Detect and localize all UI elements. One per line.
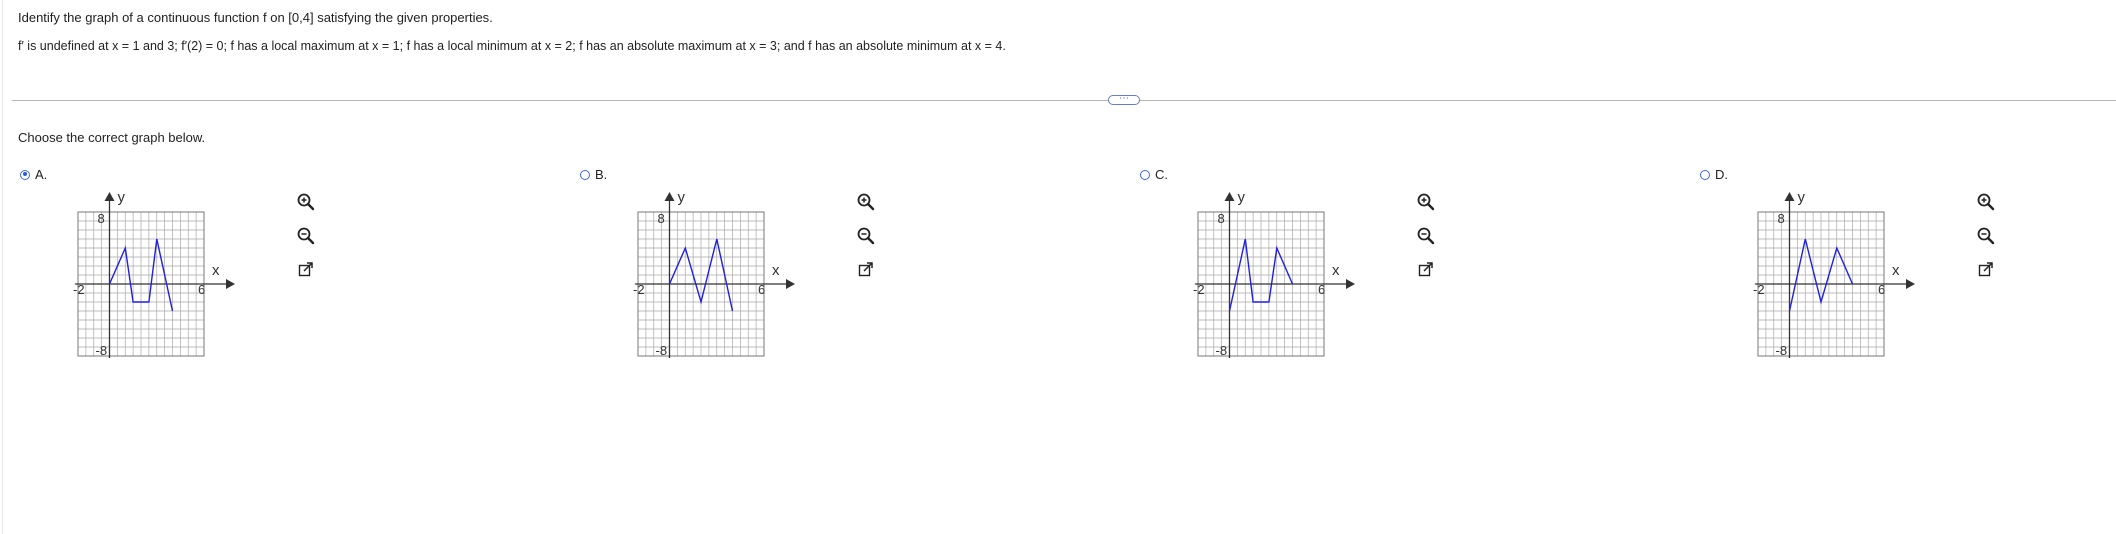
option-b-radio-group[interactable]: B. bbox=[580, 167, 607, 182]
y-axis-label: y bbox=[678, 190, 686, 206]
y-axis-arrow bbox=[664, 192, 675, 201]
y-tick-label: -8 bbox=[1776, 343, 1788, 358]
x-tick-label: 6 bbox=[198, 282, 205, 297]
option-b-label: B. bbox=[595, 167, 608, 182]
x-tick-label: 6 bbox=[758, 282, 765, 297]
x-axis-arrow bbox=[226, 279, 235, 289]
y-tick-label: 8 bbox=[1218, 211, 1225, 226]
option-a-label: A. bbox=[35, 167, 48, 182]
zoom-out-icon[interactable] bbox=[1976, 226, 1996, 246]
x-axis-arrow bbox=[1906, 279, 1915, 289]
option-c-radio[interactable] bbox=[1140, 169, 1150, 180]
section-divider bbox=[12, 100, 2116, 101]
zoom-in-icon[interactable] bbox=[296, 192, 316, 212]
y-axis-arrow bbox=[1224, 192, 1235, 201]
question-text: Identify the graph of a continuous funct… bbox=[18, 10, 493, 25]
open-external-icon[interactable] bbox=[1416, 260, 1436, 280]
zoom-out-icon[interactable] bbox=[1416, 226, 1436, 246]
x-tick-label: -2 bbox=[73, 282, 85, 297]
question-properties: f′ is undefined at x = 1 and 3; f′(2) = … bbox=[18, 39, 1006, 53]
zoom-in-icon[interactable] bbox=[856, 192, 876, 212]
option-a-graph: y x 8 -8 -2 6 bbox=[73, 190, 235, 358]
x-tick-label: -2 bbox=[633, 282, 645, 297]
y-tick-label: 8 bbox=[98, 211, 105, 226]
y-tick-label: -8 bbox=[656, 343, 668, 358]
zoom-in-icon[interactable] bbox=[1416, 192, 1436, 212]
y-axis-arrow bbox=[104, 192, 115, 201]
y-tick-label: -8 bbox=[96, 343, 108, 358]
option-a-radio[interactable] bbox=[20, 169, 30, 180]
option-c-radio-group[interactable]: C. bbox=[1140, 167, 1168, 182]
option-d-graph: y x 8 -8 -2 6 bbox=[1753, 190, 1915, 358]
option-c-graph: y x 8 -8 -2 6 bbox=[1193, 190, 1355, 358]
x-axis-arrow bbox=[1346, 279, 1355, 289]
x-axis-label: x bbox=[1332, 262, 1340, 279]
option-a-radio-group[interactable]: A. bbox=[20, 167, 47, 182]
zoom-in-icon[interactable] bbox=[1976, 192, 1996, 212]
x-tick-label: 6 bbox=[1318, 282, 1325, 297]
x-tick-label: -2 bbox=[1753, 282, 1765, 297]
y-axis-label: y bbox=[1798, 190, 1806, 206]
x-axis-label: x bbox=[772, 262, 780, 279]
y-tick-label: 8 bbox=[658, 211, 665, 226]
y-tick-label: 8 bbox=[1778, 211, 1785, 226]
choose-prompt: Choose the correct graph below. bbox=[18, 130, 206, 145]
option-d-label: D. bbox=[1715, 167, 1728, 182]
y-axis-label: y bbox=[1238, 190, 1246, 206]
y-axis-label: y bbox=[118, 190, 126, 206]
option-d-radio-group[interactable]: D. bbox=[1700, 167, 1728, 182]
x-axis-label: x bbox=[212, 262, 220, 279]
y-tick-label: -8 bbox=[1216, 343, 1228, 358]
x-tick-label: -2 bbox=[1193, 282, 1205, 297]
left-border bbox=[2, 0, 3, 534]
option-c-label: C. bbox=[1155, 167, 1168, 182]
x-axis-label: x bbox=[1892, 262, 1900, 279]
option-d-radio[interactable] bbox=[1700, 169, 1710, 180]
expand-more-button[interactable]: ⋯ bbox=[1108, 94, 1140, 105]
open-external-icon[interactable] bbox=[1976, 260, 1996, 280]
option-b-radio[interactable] bbox=[580, 169, 590, 180]
zoom-out-icon[interactable] bbox=[296, 226, 316, 246]
y-axis-arrow bbox=[1784, 192, 1795, 201]
open-external-icon[interactable] bbox=[856, 260, 876, 280]
option-b-graph: y x 8 -8 -2 6 bbox=[633, 190, 795, 358]
open-external-icon[interactable] bbox=[296, 260, 316, 280]
zoom-out-icon[interactable] bbox=[856, 226, 876, 246]
x-axis-arrow bbox=[786, 279, 795, 289]
x-tick-label: 6 bbox=[1878, 282, 1885, 297]
